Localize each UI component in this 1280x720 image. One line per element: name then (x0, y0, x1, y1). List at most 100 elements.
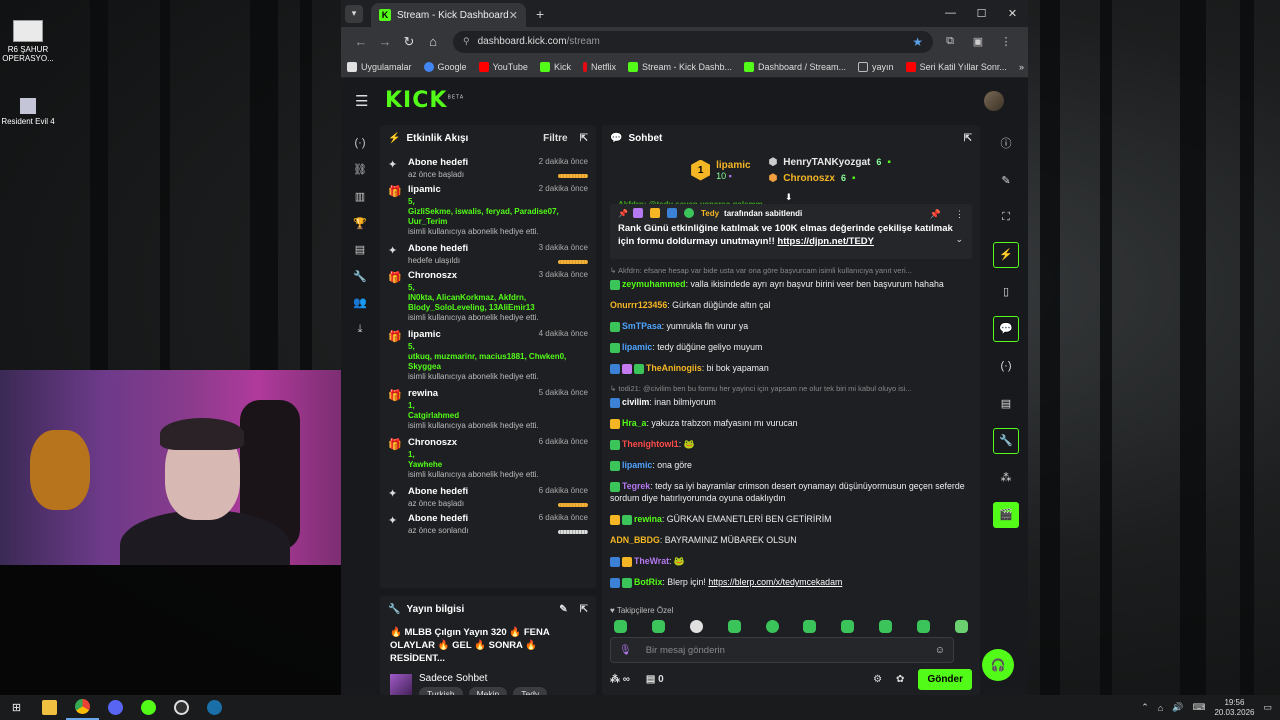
chat-link[interactable]: https://blerp.com/x/tedymcekadam (708, 577, 842, 587)
profile-icon[interactable]: ▣ (967, 35, 989, 48)
support-headset-icon[interactable]: 🎧 (982, 649, 1014, 681)
chat-username[interactable]: rewina (634, 514, 662, 524)
activity-item[interactable]: ✦ Abone hedefi 6 dakika önce az önce başlad… (380, 480, 596, 508)
store-count[interactable]: ▤ 0 (646, 674, 664, 685)
language-icon[interactable]: ⌨ (1192, 702, 1205, 713)
kick-logo[interactable]: KICKBETA (385, 88, 464, 113)
close-tab-icon[interactable]: ✕ (509, 9, 518, 22)
chat-message[interactable]: lipamic: tedy düğüne geliyo muyum (610, 341, 972, 353)
chat-message-input[interactable] (645, 644, 935, 656)
wrench-icon[interactable]: 🔧 (353, 263, 367, 290)
extensions-icon[interactable]: ⧉ (939, 35, 961, 48)
leaderboard-row[interactable]: ⬢ HenryTANKyozgat 6 ▪ (769, 157, 891, 168)
chat-username[interactable]: TheWrat (634, 556, 669, 566)
users-icon[interactable]: 👥 (353, 290, 367, 317)
user-avatar[interactable] (984, 90, 1004, 111)
chrome-icon[interactable] (66, 695, 99, 720)
url-bar[interactable]: ⚲ dashboard.kick.com/stream ★ (453, 30, 933, 53)
tray-expand-icon[interactable]: ⌃ (1141, 702, 1149, 713)
chat-message[interactable]: Hra_a: yakuza trabzon mafyasını mı vuruc… (610, 417, 972, 429)
edit-pencil-icon[interactable]: ✎ (559, 604, 567, 615)
expand-chevron-icon[interactable]: ⌄ (955, 234, 963, 245)
settings-gear-icon[interactable]: ⚙ (873, 674, 882, 685)
emote-icon[interactable] (727, 620, 741, 633)
messenger-icon[interactable] (99, 695, 132, 720)
activity-item[interactable]: ✦ Abone hedefi 3 dakika önce hedefe ulaşıld… (380, 237, 596, 265)
menu-dots-icon[interactable]: ⋮ (995, 35, 1017, 48)
chat-message[interactable]: TheAninogiis: bi bok yapaman (610, 362, 972, 374)
chat-username[interactable]: zeymuhammed (622, 279, 686, 289)
popout-icon[interactable]: ⇱ (580, 133, 588, 144)
obs-icon[interactable] (165, 695, 198, 720)
notification-icon[interactable]: ▭ (1263, 702, 1272, 713)
bookmark-google[interactable]: Google (423, 61, 467, 72)
info-icon[interactable]: ⓘ (993, 130, 1019, 156)
pinned-link[interactable]: https://djpn.net/TEDY (777, 236, 874, 247)
focus-frame-icon[interactable]: ⛶ (993, 204, 1019, 230)
hamburger-menu-icon[interactable]: ☰ (355, 92, 375, 110)
chat-message[interactable]: ADN_BBDG: BAYRAMINIZ MÜBAREK OLSUN (610, 534, 972, 546)
broadcast-icon[interactable]: (·) (993, 353, 1019, 379)
chat-username[interactable]: Thenightowl1 (622, 439, 679, 449)
maximize-icon[interactable]: ☐ (966, 7, 997, 20)
chat-username[interactable]: lipamic (622, 460, 652, 470)
leaderboard-row[interactable]: ⬢ Chronoszx 6 ▪ (769, 173, 891, 184)
bookmark-star-icon[interactable]: ★ (912, 35, 923, 49)
analytics-icon[interactable]: ▥ (355, 183, 365, 210)
chat-username[interactable]: ADN_BBDG (610, 535, 660, 545)
emote-icon[interactable] (917, 620, 930, 633)
more-bookmarks-icon[interactable]: » (1019, 62, 1024, 72)
bookmark-youtube[interactable]: YouTube (478, 61, 528, 72)
chat-username[interactable]: civilim (622, 397, 649, 407)
file-explorer-icon[interactable] (33, 695, 66, 720)
activity-item[interactable]: ✦ Abone hedefi 2 dakika önce az önce başlad… (380, 151, 596, 179)
clock[interactable]: 19:56 20.03.2026 (1214, 698, 1254, 718)
chat-message[interactable]: TheWrat: 🐸 (610, 555, 972, 567)
bookmark-seri-katil[interactable]: Seri Katil Yıllar Sonr... (905, 61, 1007, 72)
site-info-icon[interactable]: ⚲ (463, 36, 470, 47)
emote-icon[interactable] (614, 620, 627, 633)
chat-message[interactable]: ↳ todi21: @civilim ben bu formu her yayi… (610, 383, 972, 408)
activity-item[interactable]: ✦ Abone hedefi 6 dakika önce az önce sonlan… (380, 507, 596, 535)
chat-username[interactable]: lipamic (622, 342, 652, 352)
chat-message[interactable]: rewina: GÜRKAN EMANETLERİ BEN GETİRİRİM (610, 513, 972, 525)
desktop-icon-r6[interactable]: R6 ŞAHUR OPERASYO... (0, 20, 56, 63)
media-icon[interactable]: ▤ (355, 236, 365, 263)
emoji-picker-icon[interactable]: ☺ (935, 645, 945, 656)
chat-username[interactable]: BotRix (634, 577, 662, 587)
bookmark-folder-yayin[interactable]: yayın (858, 61, 894, 72)
bookmark-dashboard-stream[interactable]: Dashboard / Stream... (744, 61, 846, 72)
forward-icon[interactable]: → (373, 34, 397, 49)
activity-item[interactable]: 🎁 lipamic 4 dakika önce 5, utkuq, muzmarinr,… (380, 323, 596, 382)
filter-button[interactable]: Filtre (543, 133, 567, 144)
trophy-icon[interactable]: 🏆 (353, 210, 367, 237)
new-tab-icon[interactable]: + (536, 6, 544, 22)
popout-icon[interactable]: ⇱ (580, 604, 588, 615)
microphone-icon[interactable]: 🎙 (619, 645, 632, 656)
desktop-icon-resident-evil[interactable]: Resident Evil 4 (0, 98, 56, 126)
bookmark-apps[interactable]: Uygulamalar (347, 61, 412, 72)
leaderboard-top[interactable]: 1 lipamic 10 ▪ (691, 159, 751, 181)
users-icon[interactable]: ⁂ (993, 465, 1019, 491)
bookmark-stream-kick[interactable]: Stream - Kick Dashb... (627, 61, 732, 72)
chat-username[interactable]: TheAninogiis (646, 363, 702, 373)
network-icon[interactable]: ⌂ (1158, 703, 1163, 713)
minimize-icon[interactable]: — (935, 7, 966, 20)
chat-message[interactable]: ↳ Akfdrn: efsane hesap var bide usta var… (610, 265, 972, 290)
volume-icon[interactable]: 🔊 (1172, 702, 1183, 713)
emote-icon[interactable] (841, 620, 855, 633)
activity-item[interactable]: 🎁 lipamic 2 dakika önce 5, GizliSekme, iswal… (380, 178, 596, 237)
chat-username[interactable]: Hra_a (622, 418, 646, 428)
points-infinity-icon[interactable]: ⁂ ∞ (610, 674, 630, 685)
home-icon[interactable]: ⌂ (421, 34, 445, 49)
quick-emote-icon[interactable]: ✿ (896, 674, 904, 685)
clapperboard-icon[interactable]: 🎬 (993, 501, 1019, 528)
tab-kick-dashboard[interactable]: K Stream - Kick Dashboard ✕ (371, 3, 526, 27)
live-broadcast-icon[interactable]: (·) (355, 130, 366, 157)
send-button[interactable]: Gönder (918, 668, 972, 690)
popout-icon[interactable]: ⇱ (964, 133, 972, 144)
kick-app-icon[interactable] (132, 695, 165, 720)
close-window-icon[interactable]: ✕ (997, 7, 1028, 20)
chat-username[interactable]: Onurrr123456 (610, 300, 667, 310)
chat-message[interactable]: Tegrek: tedy sa iyi bayramlar crimson de… (610, 480, 972, 504)
